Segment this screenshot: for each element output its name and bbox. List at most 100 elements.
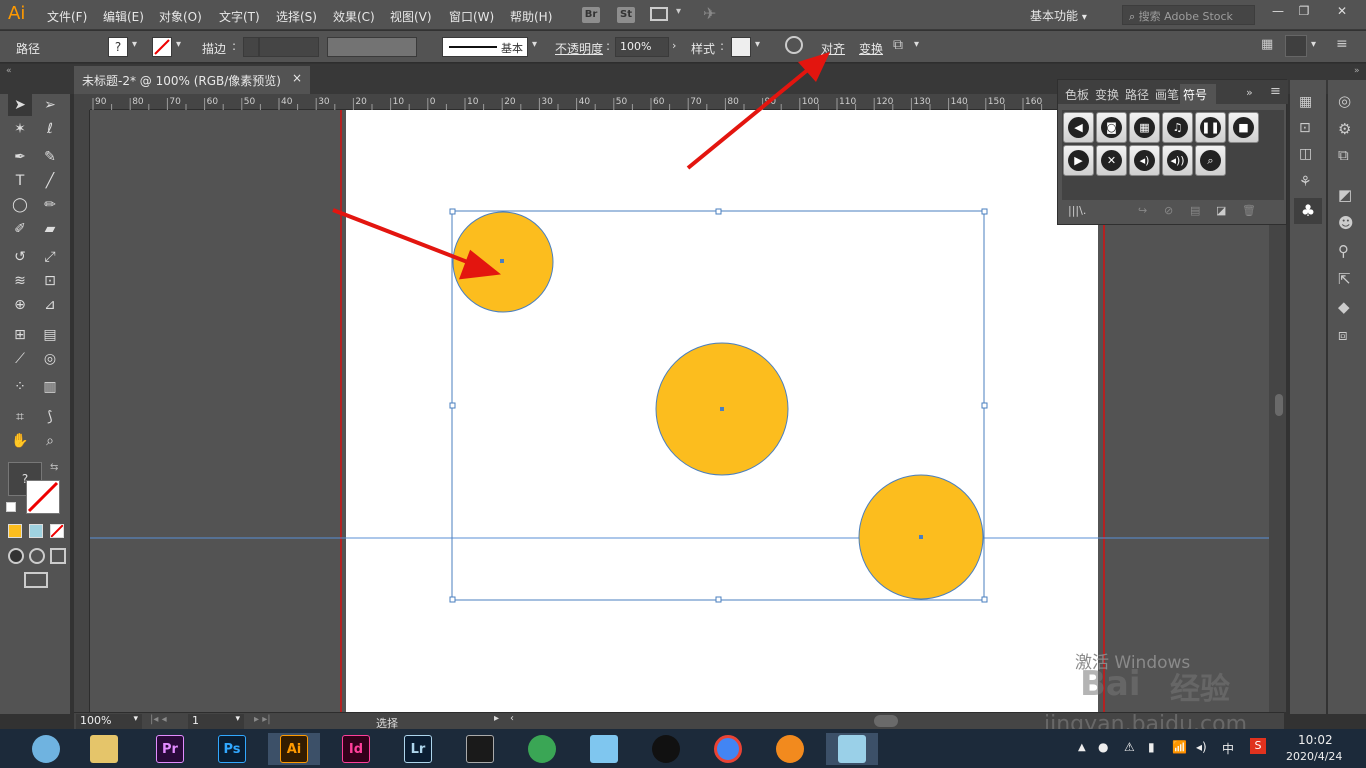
file-explorer-icon[interactable]: [84, 733, 124, 765]
stock-button[interactable]: St: [617, 7, 635, 23]
photoshop-icon[interactable]: Ps: [212, 733, 252, 765]
column-graph-tool-icon[interactable]: ▥: [38, 376, 62, 398]
width-tool-icon[interactable]: ≋: [8, 270, 32, 292]
assets-panel-icon[interactable]: ⧉: [1338, 146, 1349, 164]
symbols-panel-icon[interactable]: ♣: [1294, 198, 1322, 224]
color-panel-icon[interactable]: ☻: [1338, 214, 1354, 232]
new-symbol-icon[interactable]: ◪: [1216, 204, 1226, 217]
symbol-sprayer-tool-icon[interactable]: ⁘: [8, 376, 32, 398]
paintbrush-tool-icon[interactable]: ✏: [38, 194, 62, 216]
artboards-panel-icon[interactable]: ⧈: [1338, 326, 1348, 344]
perspective-grid-tool-icon[interactable]: ⊿: [38, 294, 62, 316]
collapse-toolbox-icon[interactable]: «: [6, 66, 12, 76]
menu-file[interactable]: 文件(F): [47, 8, 87, 25]
color-mode-icon[interactable]: [8, 524, 22, 538]
qq-tray-icon[interactable]: ●: [1098, 740, 1108, 754]
close-tab-button[interactable]: ×: [292, 71, 302, 85]
status-menu-icon[interactable]: ▸: [494, 713, 499, 724]
eyedropper-tool-icon[interactable]: ⟋: [8, 348, 32, 370]
illustrator-icon[interactable]: Ai: [268, 733, 320, 765]
break-link-icon[interactable]: ⊘: [1164, 204, 1173, 217]
place-symbol-icon[interactable]: ↪: [1138, 204, 1147, 217]
symbol-libraries-icon[interactable]: |||\.: [1068, 204, 1086, 217]
symbol-pause[interactable]: ❚❚: [1195, 112, 1226, 143]
mesh-tool-icon[interactable]: ⊞: [8, 324, 32, 346]
symbol-volume-high[interactable]: ◂)): [1162, 145, 1193, 176]
stroke-swatch[interactable]: [152, 37, 172, 57]
variable-width-profile[interactable]: [327, 37, 417, 57]
fill-swatch[interactable]: ?: [108, 37, 128, 57]
scroll-thumb[interactable]: [1275, 394, 1283, 416]
start-button[interactable]: [26, 733, 66, 765]
gpu-performance-icon[interactable]: ✈: [703, 4, 716, 23]
chevron-down-icon[interactable]: ▾: [914, 39, 919, 50]
artboard-number-select[interactable]: 1 ▾: [188, 714, 244, 729]
symbol-film[interactable]: ▦: [1129, 112, 1160, 143]
sogou-ime-icon[interactable]: S: [1250, 738, 1266, 754]
export-panel-icon[interactable]: ⇱: [1338, 270, 1351, 288]
video-editor-icon[interactable]: [460, 733, 500, 765]
symbol-back-arrow[interactable]: ◀: [1063, 112, 1094, 143]
symbol-camera[interactable]: ◙: [1096, 112, 1127, 143]
horizontal-scroll-thumb[interactable]: [874, 715, 898, 727]
curvature-tool-icon[interactable]: ✎: [38, 146, 62, 168]
shape-builder-tool-icon[interactable]: ⊕: [8, 294, 32, 316]
workspace-switcher[interactable]: 基本功能 ▾: [1030, 5, 1106, 25]
pen-tool-icon[interactable]: ✒: [8, 146, 32, 168]
transform-button[interactable]: 变换: [859, 40, 883, 57]
shaper-tool-icon[interactable]: ✐: [8, 218, 32, 240]
ime-indicator[interactable]: 中: [1222, 740, 1234, 757]
transform-panel-icon[interactable]: ⊡: [1299, 120, 1311, 136]
layers-panel-icon[interactable]: ◆: [1338, 298, 1350, 316]
selection-tool-icon[interactable]: ➤: [8, 94, 32, 116]
brush-definition[interactable]: 基本: [442, 37, 528, 57]
swatches-panel-icon[interactable]: ▦: [1299, 94, 1312, 110]
libraries-panel-icon[interactable]: ◎: [1338, 92, 1351, 110]
chevron-down-icon[interactable]: ▾: [1311, 39, 1316, 50]
stroke-label[interactable]: 描边: [202, 40, 226, 57]
free-transform-tool-icon[interactable]: ⊡: [38, 270, 62, 292]
slice-tool-icon[interactable]: ⟆: [38, 406, 62, 428]
rotate-tool-icon[interactable]: ↺: [8, 246, 32, 268]
network-warning-icon[interactable]: ⚠: [1124, 740, 1135, 754]
battery-icon[interactable]: ▮: [1148, 740, 1155, 754]
panel-menu-toggle-icon[interactable]: [1285, 35, 1307, 57]
symbol-options-icon[interactable]: ▤: [1190, 204, 1200, 217]
menu-object[interactable]: 对象(O): [159, 8, 202, 25]
indesign-icon[interactable]: Id: [336, 733, 376, 765]
menu-help[interactable]: 帮助(H): [510, 8, 552, 25]
menu-select[interactable]: 选择(S): [276, 8, 317, 25]
tab-transform[interactable]: 变换: [1092, 84, 1122, 106]
draw-behind-icon[interactable]: [29, 548, 45, 564]
vertical-ruler[interactable]: [74, 110, 90, 712]
arrange-icon[interactable]: ▦: [1261, 37, 1273, 52]
first-artboard-icon[interactable]: |◂ ◂: [150, 714, 167, 725]
document-tab[interactable]: 未标题-2* @ 100% (RGB/像素预览) ×: [74, 66, 310, 94]
isolate-icon[interactable]: ⧉: [893, 37, 903, 53]
swap-fill-stroke-icon[interactable]: ⇆: [50, 462, 58, 473]
color-guide-panel-icon[interactable]: ⚲: [1338, 242, 1349, 260]
menu-edit[interactable]: 编辑(E): [103, 8, 144, 25]
line-tool-icon[interactable]: ╱: [38, 170, 62, 192]
restore-button[interactable]: ❐: [1292, 4, 1316, 22]
zoom-select[interactable]: 100% ▾: [76, 714, 142, 729]
opacity-input[interactable]: 100%: [615, 37, 669, 57]
bridge-button[interactable]: Br: [582, 7, 600, 23]
type-tool-icon[interactable]: T: [8, 170, 32, 192]
wifi-icon[interactable]: 📶: [1172, 740, 1187, 754]
tab-brushes[interactable]: 画笔: [1152, 84, 1182, 106]
menu-type[interactable]: 文字(T): [219, 8, 260, 25]
none-mode-icon[interactable]: [50, 524, 64, 538]
chat-app-icon[interactable]: [584, 733, 624, 765]
gradient-panel-icon[interactable]: ◩: [1338, 186, 1352, 204]
symbol-stop[interactable]: ■: [1228, 112, 1259, 143]
close-window-button[interactable]: ✕: [1330, 4, 1354, 22]
magic-wand-tool-icon[interactable]: ✶: [8, 118, 32, 140]
lasso-tool-icon[interactable]: ℓ: [38, 118, 62, 140]
arrange-documents-icon[interactable]: [650, 7, 668, 21]
brushes-panel-icon[interactable]: ⚘: [1299, 174, 1312, 190]
symbol-volume-low[interactable]: ◂): [1129, 145, 1160, 176]
draw-inside-icon[interactable]: [50, 548, 66, 564]
clock-time[interactable]: 10:02: [1298, 733, 1333, 747]
lightroom-icon[interactable]: Lr: [398, 733, 438, 765]
